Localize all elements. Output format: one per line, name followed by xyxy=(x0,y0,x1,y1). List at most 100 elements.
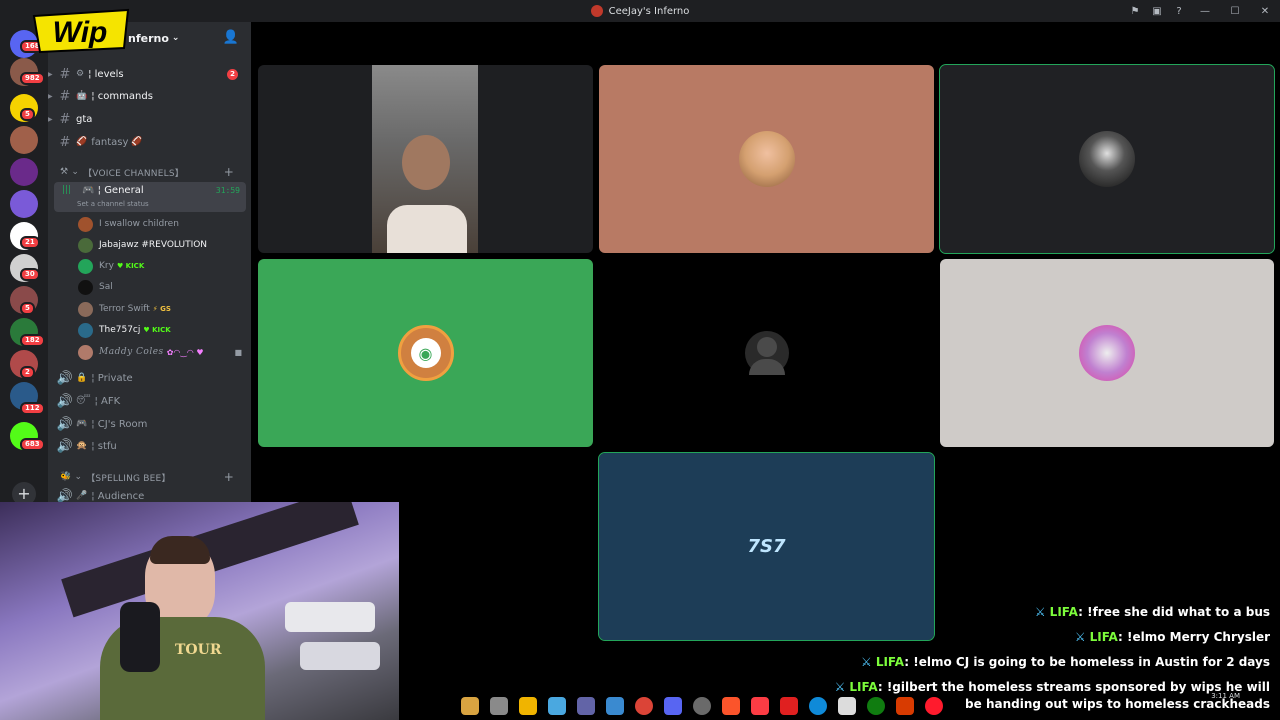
channel-sidebar: nferno ⌄ 👤 ▶ # ⚙ ¦ levels 2 ▶ # 🤖 ¦ comm… xyxy=(48,22,251,502)
voice-user[interactable]: Maddy Coles ✿◠‿◠ ♥ ■ xyxy=(78,342,248,362)
category-icon: 🐝 ⌄ xyxy=(60,472,83,482)
edge-icon[interactable] xyxy=(809,697,827,715)
create-channel-icon[interactable]: + xyxy=(224,470,234,484)
channel-emoji: 🏈 xyxy=(76,137,88,147)
avatar xyxy=(1079,325,1135,381)
channel-label: gta xyxy=(76,113,93,125)
voice-user[interactable]: Kry ♥ KICK xyxy=(78,256,248,276)
taskbar-clock[interactable]: 3:11 AM xyxy=(1211,692,1240,700)
copilot-icon[interactable] xyxy=(548,697,566,715)
hash-icon: # xyxy=(59,66,71,82)
channel-levels[interactable]: ▶ # ⚙ ¦ levels 2 xyxy=(48,64,246,84)
chat-message: ⚔ LIFA: !elmo Merry Chrysler xyxy=(1074,630,1270,644)
person-body xyxy=(387,205,467,253)
avatar xyxy=(1079,131,1135,187)
create-channel-icon[interactable]: + xyxy=(224,165,234,179)
inbox-icon[interactable]: ▣ xyxy=(1146,0,1168,22)
voice-user[interactable]: Terror Swift ⚡ GS xyxy=(78,299,248,319)
threads-icon[interactable]: ⚑ xyxy=(1124,0,1146,22)
avatar xyxy=(78,344,93,360)
category-spelling-bee[interactable]: 🐝 ⌄ 【SPELLING BEE】 + xyxy=(60,469,248,485)
minimize-button[interactable]: — xyxy=(1190,0,1220,22)
video-tile-camera[interactable] xyxy=(258,65,593,253)
unread-badge: 982 xyxy=(20,72,45,85)
category-voice-channels[interactable]: ⚒ ⌄ 【VOICE CHANNELS】 + xyxy=(60,164,248,180)
video-feed xyxy=(372,65,478,253)
server-icon[interactable] xyxy=(10,126,38,154)
hash-icon: # xyxy=(59,134,71,150)
speaker-icon: 🔊 xyxy=(56,416,74,432)
server-icon[interactable] xyxy=(10,158,38,186)
taskview-icon[interactable] xyxy=(490,697,508,715)
avatar-tile-robot[interactable] xyxy=(940,259,1274,447)
channel-gta[interactable]: ▶ # gta xyxy=(48,109,246,129)
sword-icon: ⚔ xyxy=(1074,630,1086,644)
streamer-webcam: TOUR xyxy=(0,502,399,720)
chrome-icon[interactable] xyxy=(635,697,653,715)
brave-icon[interactable] xyxy=(722,697,740,715)
server-list: 168 982 5 21 30 5 182 2 112 683 + xyxy=(0,22,48,506)
windows-taskbar xyxy=(399,692,1280,720)
office-icon[interactable] xyxy=(896,697,914,715)
teams-icon[interactable] xyxy=(577,697,595,715)
kick-tag: ♥ KICK xyxy=(143,326,171,334)
close-button[interactable]: ✕ xyxy=(1250,0,1280,22)
unread-badge: 5 xyxy=(20,302,35,315)
avatar xyxy=(78,258,93,274)
xbox-icon[interactable] xyxy=(867,697,885,715)
hash-icon: # xyxy=(59,88,71,104)
channel-private[interactable]: 🔊 🔒 ¦ Private xyxy=(54,368,246,388)
collapse-arrow-icon: ▶ xyxy=(48,92,53,100)
widgets-icon[interactable] xyxy=(461,697,479,715)
channel-stfu[interactable]: 🔊 🙊 ¦ stfu xyxy=(54,436,246,456)
channel-commands[interactable]: ▶ # 🤖 ¦ commands xyxy=(48,86,246,106)
help-icon[interactable]: ? xyxy=(1168,0,1190,22)
channel-cjs-room[interactable]: 🔊 🎮 ¦ CJ's Room xyxy=(54,414,246,434)
mention-badge: 2 xyxy=(227,68,238,80)
757-logo-icon: 7S7 xyxy=(747,535,786,557)
speaker-icon: 🔊 xyxy=(56,393,74,409)
voice-channel-general[interactable]: ||| 🎮 ¦ General 31:59 Set a channel stat… xyxy=(54,182,246,212)
file-explorer-icon[interactable] xyxy=(519,697,537,715)
wip-logo: Wip xyxy=(32,8,130,54)
voice-user[interactable]: Jabajawz #REVOLUTION xyxy=(78,235,248,255)
app-icon[interactable] xyxy=(780,697,798,715)
channel-fantasy[interactable]: # 🏈 fantasy 🏈 xyxy=(54,132,246,152)
voice-activity-icon: ||| xyxy=(62,185,72,195)
window-title: CeeJay's Inferno xyxy=(590,5,689,17)
person-face xyxy=(402,135,450,190)
channel-status[interactable]: Set a channel status xyxy=(77,200,149,208)
add-member-icon[interactable]: 👤 xyxy=(223,30,239,45)
voice-user[interactable]: I swallow children xyxy=(78,214,248,234)
voice-user[interactable]: The757cj ♥ KICK xyxy=(78,320,248,340)
channel-label: fantasy xyxy=(91,136,129,148)
default-avatar-icon xyxy=(744,331,789,375)
unread-badge: 2 xyxy=(20,366,35,379)
unread-badge: 5 xyxy=(20,108,35,121)
avatar-tile-suit[interactable] xyxy=(939,64,1275,254)
channel-emoji: 🤖 xyxy=(76,91,88,101)
avatar-tile-discord[interactable]: ◉ xyxy=(258,259,593,447)
opera-icon[interactable] xyxy=(925,697,943,715)
avatar xyxy=(78,322,93,338)
discord-taskbar-icon[interactable] xyxy=(664,697,682,715)
music-icon[interactable] xyxy=(751,697,769,715)
chat-message: ⚔ LIFA: !elmo CJ is going to be homeless … xyxy=(861,655,1270,669)
channel-afk[interactable]: 🔊 😴 ¦ AFK xyxy=(54,391,246,411)
sword-icon: ⚔ xyxy=(1034,605,1046,619)
voice-user[interactable]: Sal xyxy=(78,277,248,297)
unread-badge: 112 xyxy=(20,402,45,415)
avatar xyxy=(78,237,93,253)
avatar-tile-blonde[interactable] xyxy=(599,65,934,253)
server-icon-andi[interactable] xyxy=(10,190,38,218)
settings-icon[interactable] xyxy=(693,697,711,715)
microphone xyxy=(120,602,160,672)
taskbar-app-icon[interactable] xyxy=(838,697,856,715)
store-icon[interactable] xyxy=(606,697,624,715)
channel-audience[interactable]: 🔊 🎤 ¦ Audience xyxy=(54,486,246,503)
avatar-tile-default[interactable] xyxy=(599,259,934,447)
server-name: nferno xyxy=(128,31,169,45)
speaker-icon: 🔊 xyxy=(56,438,74,454)
maximize-button[interactable]: ☐ xyxy=(1220,0,1250,22)
voice-channel-label: 🎮 ¦ General xyxy=(82,185,144,196)
